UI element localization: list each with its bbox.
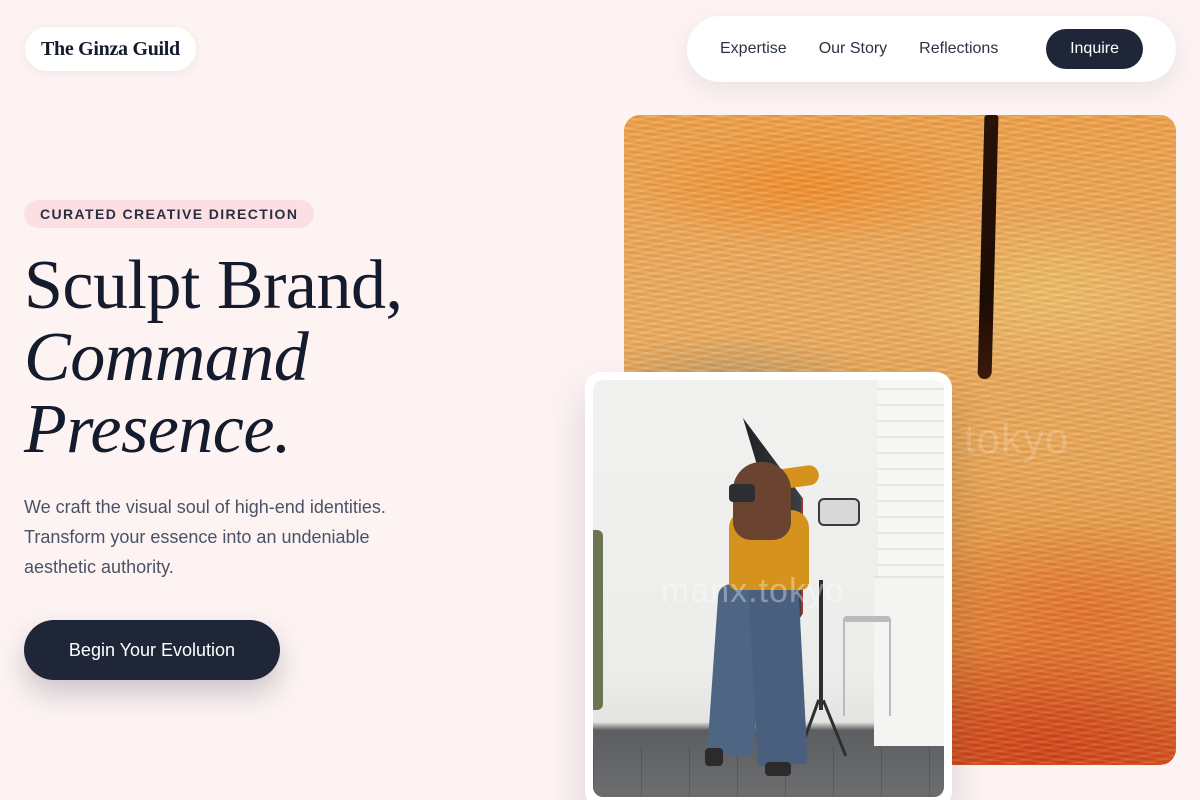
person-leg — [748, 583, 808, 767]
nav-link-expertise[interactable]: Expertise — [720, 40, 787, 58]
studio-chair — [843, 616, 891, 716]
brand-logo[interactable]: The Ginza Guild — [25, 27, 196, 71]
person-shoe — [705, 748, 723, 766]
nav-link-our-story[interactable]: Our Story — [819, 40, 887, 58]
person-shoe — [765, 762, 791, 776]
camera — [729, 484, 755, 502]
headline-line-3: Presence. — [24, 391, 291, 468]
photo-watermark: manx.tokyo — [661, 572, 845, 610]
hero-description: We craft the visual soul of high-end ide… — [24, 497, 386, 577]
painting-brush-stroke — [977, 115, 999, 379]
begin-evolution-button[interactable]: Begin Your Evolution — [24, 620, 280, 680]
nav-link-reflections[interactable]: Reflections — [919, 40, 998, 58]
hero-badge: CURATED CREATIVE DIRECTION — [24, 200, 315, 228]
headline-line-1: Sculpt Brand, — [24, 247, 403, 324]
inquire-button[interactable]: Inquire — [1046, 29, 1143, 69]
studio-window — [878, 380, 944, 580]
studio-photo-card: manx.tokyo — [585, 372, 952, 800]
photographer-studio-image: manx.tokyo — [593, 380, 944, 797]
headline-line-2: Command — [24, 319, 309, 396]
landing-page: The Ginza Guild Expertise Our Story Refl… — [0, 0, 1200, 800]
hero-headline: Sculpt Brand, Command Presence. — [24, 250, 584, 466]
studio-light-head — [818, 498, 860, 526]
partial-figure — [593, 530, 603, 710]
top-nav: Expertise Our Story Reflections Inquire — [687, 16, 1176, 82]
painting-watermark: tokyo — [964, 415, 1070, 462]
